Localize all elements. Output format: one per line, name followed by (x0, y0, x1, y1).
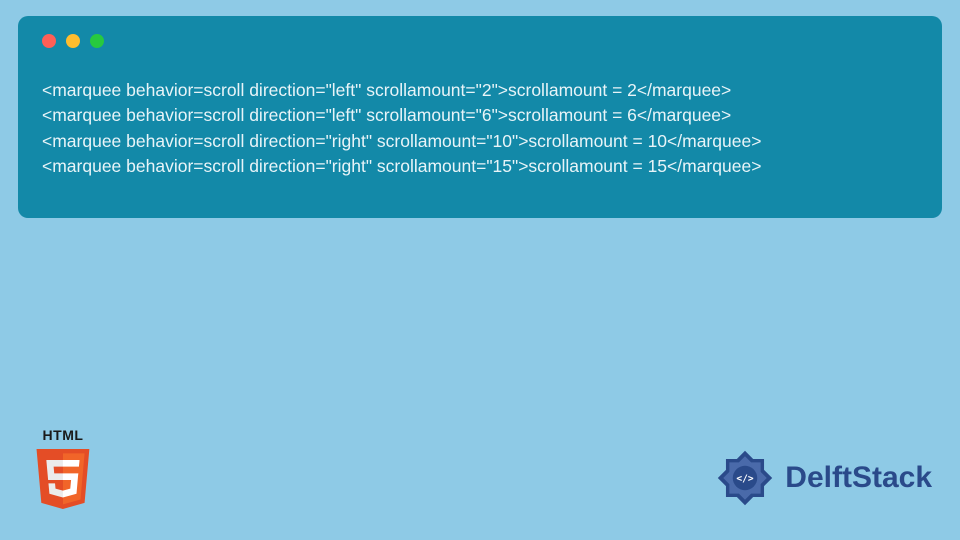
close-dot-icon (42, 34, 56, 48)
code-line: <marquee behavior=scroll direction="left… (42, 78, 918, 103)
code-line: <marquee behavior=scroll direction="righ… (42, 129, 918, 154)
html5-label: HTML (28, 427, 98, 443)
code-line: <marquee behavior=scroll direction="left… (42, 103, 918, 128)
svg-text:</>: </> (737, 473, 754, 484)
html5-badge: HTML (28, 427, 98, 518)
code-line: <marquee behavior=scroll direction="righ… (42, 154, 918, 179)
delftstack-emblem-icon: </> (711, 444, 779, 512)
code-block: <marquee behavior=scroll direction="left… (42, 78, 918, 180)
html5-shield-icon (33, 445, 93, 513)
code-window: <marquee behavior=scroll direction="left… (18, 16, 942, 218)
minimize-dot-icon (66, 34, 80, 48)
brand-name: DelftStack (785, 461, 932, 495)
window-controls (42, 34, 918, 48)
brand-logo: </> DelftStack (711, 444, 932, 512)
maximize-dot-icon (90, 34, 104, 48)
